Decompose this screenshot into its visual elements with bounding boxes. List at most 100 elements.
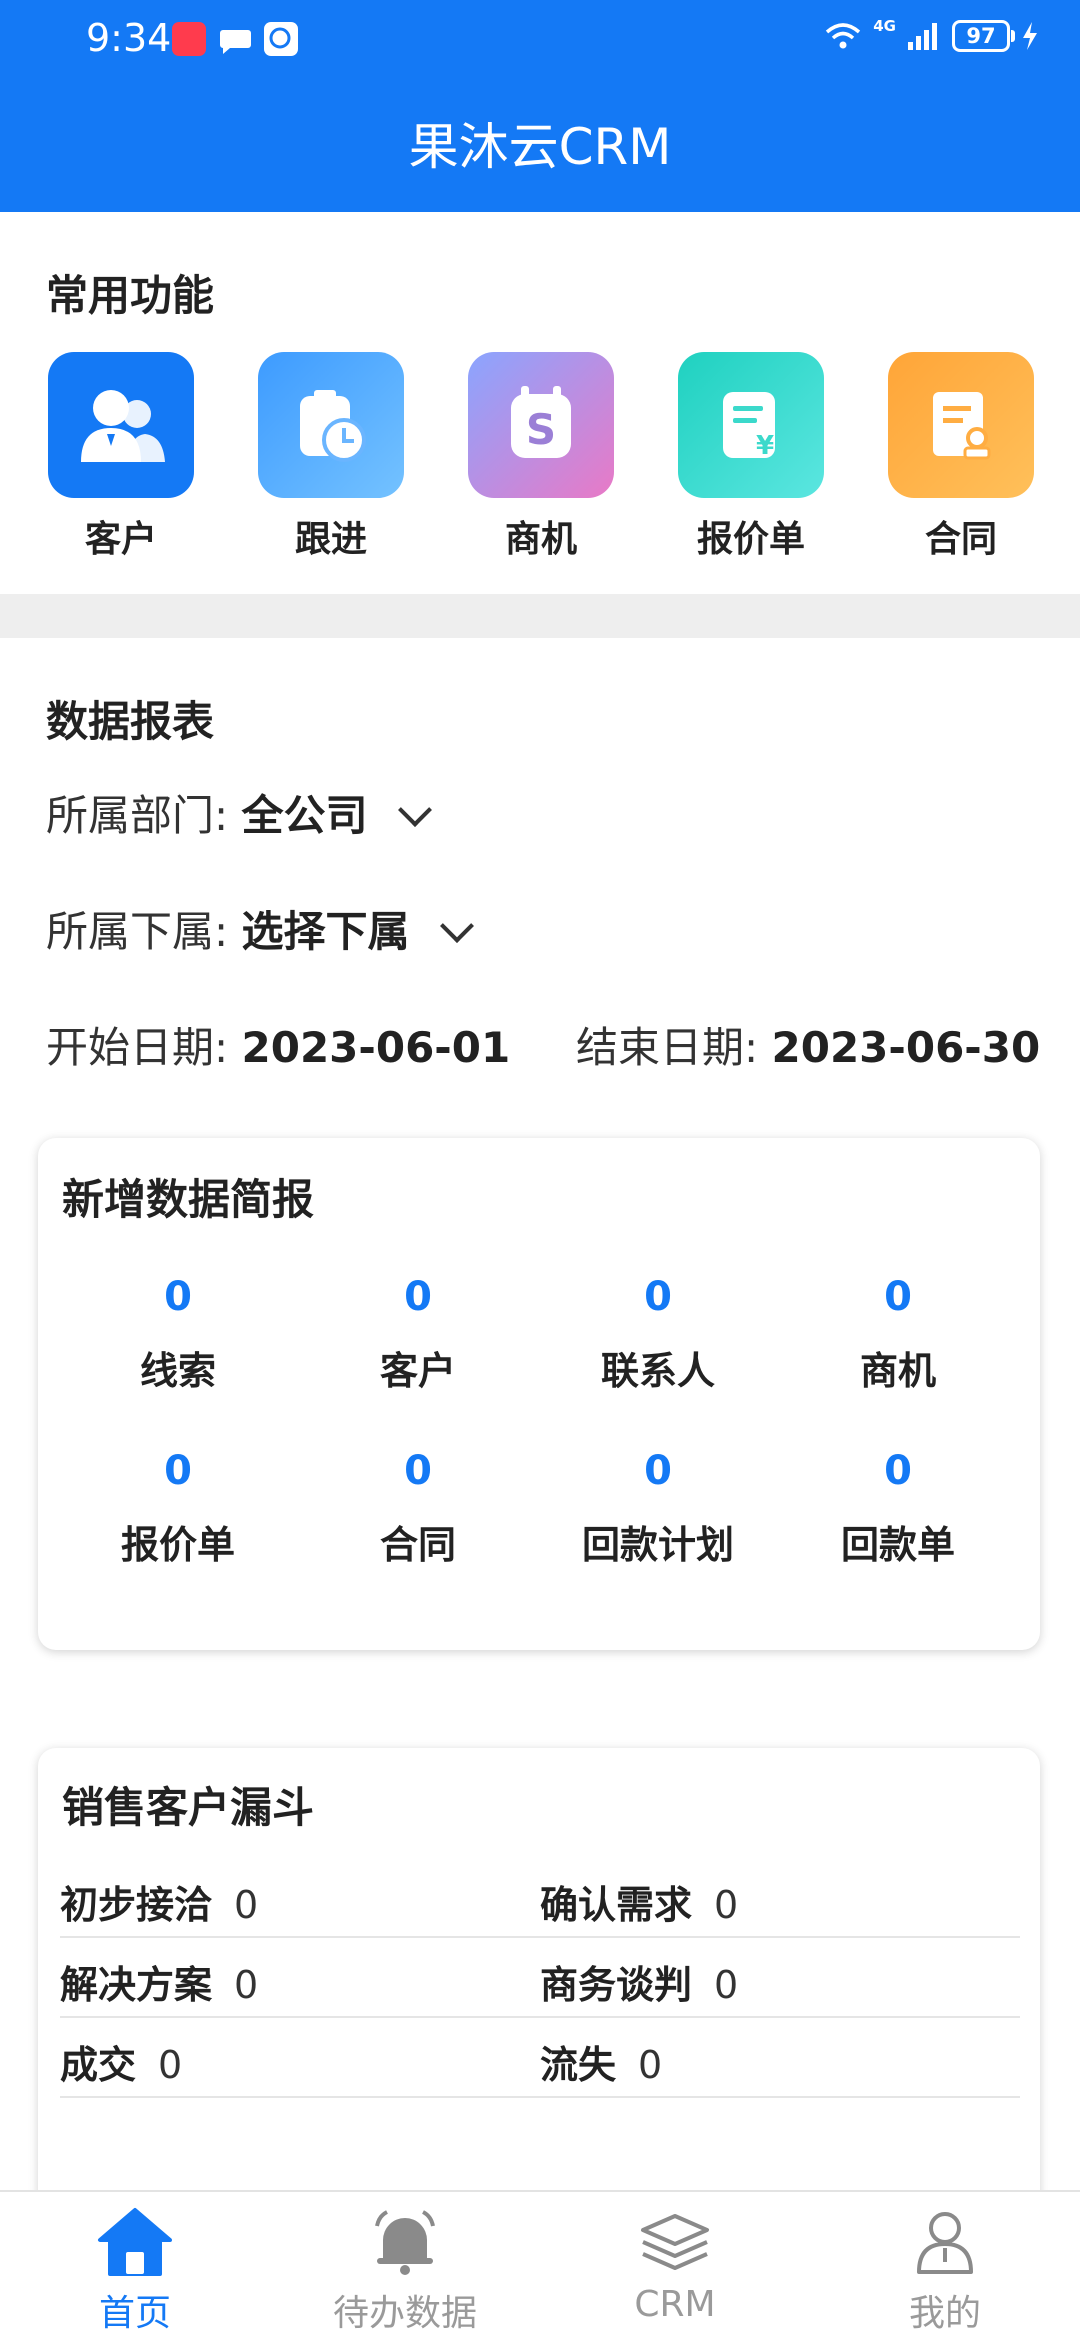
stat-value: 0 <box>164 1274 192 1320</box>
quick-item-label: 客户 <box>84 519 157 560</box>
funnel-stage-solution[interactable]: 解决方案 0 <box>60 1954 258 2009</box>
notification-icons <box>172 22 298 56</box>
funnel-stage-value: 0 <box>234 1883 259 1927</box>
stat-leads[interactable]: 0 线索 <box>58 1274 298 1395</box>
stat-quotations[interactable]: 0 报价单 <box>58 1448 298 1569</box>
quick-functions-title: 常用功能 <box>46 271 215 320</box>
funnel-stage-name: 流失 <box>540 2043 617 2087</box>
nav-label: 我的 <box>908 2293 981 2334</box>
quick-item-opportunity[interactable]: S 商机 <box>466 352 616 562</box>
subordinate-value: 选择下属 <box>241 907 410 956</box>
funnel-row: 初步接洽 0 确认需求 0 <box>60 1858 1020 1938</box>
stat-contacts[interactable]: 0 联系人 <box>538 1274 778 1395</box>
nav-item-crm[interactable]: CRM <box>540 2200 810 2325</box>
customer-icon <box>48 352 194 498</box>
nav-label: 首页 <box>98 2293 171 2334</box>
stat-label: 客户 <box>379 1349 456 1393</box>
nav-item-todo[interactable]: 待办数据 <box>270 2200 540 2336</box>
stat-label: 线索 <box>139 1349 216 1393</box>
funnel-row: 解决方案 0 商务谈判 0 <box>60 1938 1020 2018</box>
quick-item-contract[interactable]: 合同 <box>886 352 1036 562</box>
sales-funnel-title: 销售客户漏斗 <box>62 1783 315 1832</box>
opportunity-icon: S <box>468 352 614 498</box>
funnel-stage-name: 商务谈判 <box>540 1963 693 2007</box>
quick-item-quotation[interactable]: ¥ 报价单 <box>676 352 826 562</box>
stat-payment-plans[interactable]: 0 回款计划 <box>538 1448 778 1569</box>
stat-label: 报价单 <box>120 1523 235 1567</box>
nav-item-profile[interactable]: 我的 <box>810 2200 1080 2336</box>
quick-item-label: 合同 <box>924 519 997 560</box>
stat-value: 0 <box>404 1448 432 1494</box>
funnel-stage-value: 0 <box>714 1963 739 2007</box>
profile-icon <box>810 2200 1080 2284</box>
funnel-row: 成交 0 流失 0 <box>60 2018 1020 2098</box>
charging-icon <box>1023 22 1037 50</box>
report-title: 数据报表 <box>46 697 215 746</box>
nav-label: 待办数据 <box>332 2293 477 2334</box>
funnel-stage-value: 0 <box>714 1883 739 1927</box>
stat-payments[interactable]: 0 回款单 <box>778 1448 1018 1569</box>
quick-item-follow-up[interactable]: 跟进 <box>256 352 406 562</box>
follow-up-icon <box>258 352 404 498</box>
stat-contracts[interactable]: 0 合同 <box>298 1448 538 1569</box>
bell-icon <box>270 2200 540 2284</box>
funnel-stage-value: 0 <box>234 1963 259 2007</box>
quick-item-customer[interactable]: 客户 <box>46 352 196 562</box>
huawei-app-icon <box>172 22 206 56</box>
quotation-icon: ¥ <box>678 352 824 498</box>
battery-level: 97 <box>966 24 996 48</box>
network-type: 4G <box>873 17 896 35</box>
message-icon <box>218 22 252 56</box>
svg-text:¥: ¥ <box>756 431 774 461</box>
funnel-stage-name: 确认需求 <box>540 1883 693 1927</box>
layers-icon <box>540 2200 810 2284</box>
status-bar: 9:34 4G 97 <box>0 0 1080 82</box>
status-time: 9:34 <box>86 16 172 60</box>
start-date-label: 开始日期: <box>46 1023 229 1072</box>
end-date-label: 结束日期: <box>576 1023 759 1072</box>
start-date-value: 2023-06-01 <box>241 1023 511 1072</box>
section-divider <box>0 594 1080 638</box>
subordinate-label: 所属下属: <box>46 907 229 956</box>
nav-item-home[interactable]: 首页 <box>0 2200 270 2336</box>
sales-funnel-card: 销售客户漏斗 初步接洽 0 确认需求 0 解决方案 0 商务谈判 0 成交 0 流失 0 <box>38 1748 1040 2218</box>
stat-value: 0 <box>404 1274 432 1320</box>
stat-value: 0 <box>884 1274 912 1320</box>
stat-label: 联系人 <box>600 1349 715 1393</box>
stat-value: 0 <box>884 1448 912 1494</box>
stat-label: 合同 <box>379 1523 456 1567</box>
battery-indicator: 97 <box>952 20 1015 52</box>
home-icon <box>0 2200 270 2284</box>
chevron-down-icon <box>397 793 432 827</box>
funnel-stage-lost[interactable]: 流失 0 <box>540 2034 662 2089</box>
department-label: 所属部门: <box>46 791 229 840</box>
funnel-stage-confirm-needs[interactable]: 确认需求 0 <box>540 1874 738 1929</box>
quick-item-label: 商机 <box>504 519 577 560</box>
quick-functions-row: 客户 跟进 S 商机 ¥ 报价单 合同 <box>0 352 1080 572</box>
chat-app-icon <box>264 22 298 56</box>
funnel-stage-name: 成交 <box>60 2043 137 2087</box>
new-data-brief-card: 新增数据简报 0 线索 0 客户 0 联系人 0 商机 0 报价单 0 合同 0… <box>38 1138 1040 1650</box>
stat-label: 回款单 <box>840 1523 955 1567</box>
funnel-stage-negotiation[interactable]: 商务谈判 0 <box>540 1954 738 2009</box>
funnel-stage-initial-contact[interactable]: 初步接洽 0 <box>60 1874 258 1929</box>
app-header: 9:34 4G 97 果沐云CRM <box>0 0 1080 212</box>
stat-customers[interactable]: 0 客户 <box>298 1274 538 1395</box>
svg-text:S: S <box>526 405 556 454</box>
new-data-brief-title: 新增数据简报 <box>62 1175 315 1224</box>
funnel-stage-won[interactable]: 成交 0 <box>60 2034 182 2089</box>
end-date-field[interactable]: 结束日期: 2023-06-30 <box>576 1014 1040 1075</box>
stat-opportunities[interactable]: 0 商机 <box>778 1274 1018 1395</box>
funnel-stage-value: 0 <box>158 2043 183 2087</box>
start-date-field[interactable]: 开始日期: 2023-06-01 <box>46 1014 510 1075</box>
department-filter[interactable]: 所属部门: 全公司 <box>46 782 432 843</box>
signal-icon <box>908 23 937 50</box>
chevron-down-icon <box>439 909 474 943</box>
funnel-stage-name: 初步接洽 <box>60 1883 213 1927</box>
subordinate-filter[interactable]: 所属下属: 选择下属 <box>46 898 474 959</box>
status-indicators: 4G 97 <box>823 17 1040 52</box>
quick-item-label: 报价单 <box>696 519 805 560</box>
funnel-stage-value: 0 <box>638 2043 663 2087</box>
end-date-value: 2023-06-30 <box>771 1023 1041 1072</box>
stat-label: 商机 <box>859 1349 936 1393</box>
